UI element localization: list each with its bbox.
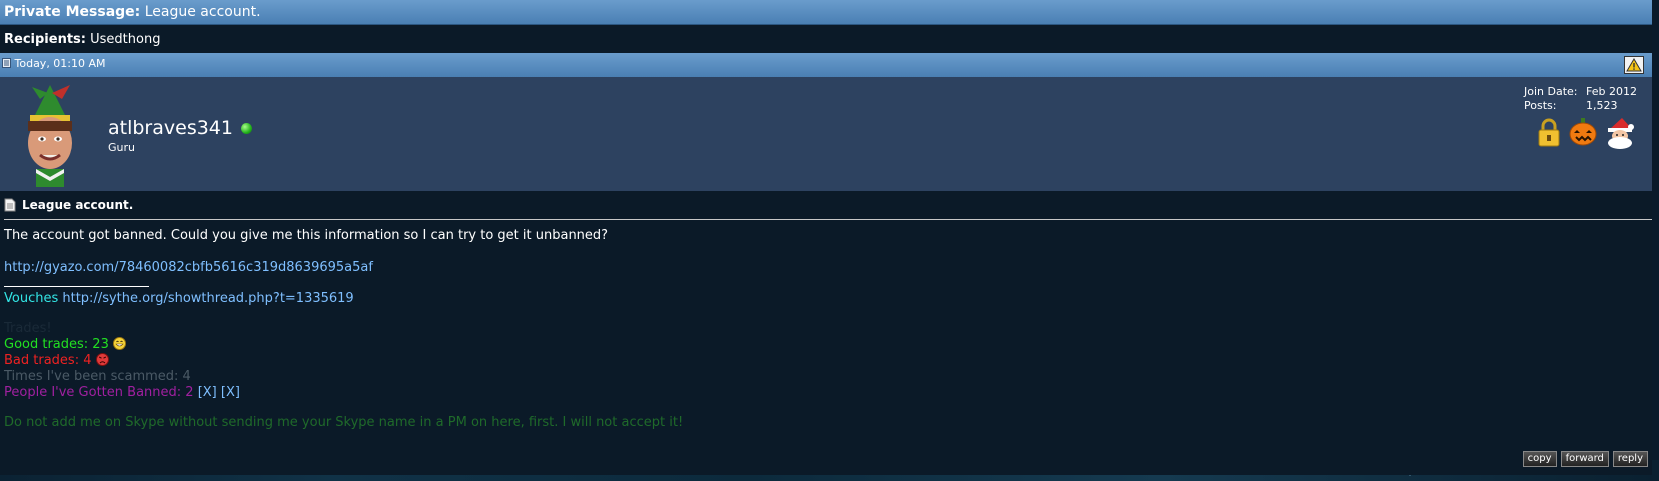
copy-button[interactable]: copy — [1522, 451, 1557, 467]
signature-divider — [4, 286, 149, 287]
join-date-row: Join Date: Feb 2012 — [1524, 85, 1644, 99]
santa-award-icon — [1608, 118, 1634, 149]
message-title-row: League account. — [4, 197, 1648, 213]
user-info-bar: atlbraves341 Guru Join Date: Feb 2012 Po… — [0, 77, 1652, 191]
scammed-count: Times I've been scammed: 4 — [4, 369, 191, 384]
banned-count: People I've Gotten Banned: 2 — [4, 385, 194, 400]
user-stats: Join Date: Feb 2012 Posts: 1,523 — [1524, 85, 1644, 113]
join-date-value: Feb 2012 — [1586, 85, 1637, 98]
posts-label: Posts: — [1524, 99, 1557, 112]
good-trades-row: Good trades: 23 — [4, 337, 1648, 353]
banned-link-2[interactable]: [X] — [221, 385, 240, 400]
posts-value: 1,523 — [1586, 99, 1618, 112]
user-rank: Guru — [108, 141, 135, 154]
recipient-name: Usedthong — [90, 32, 161, 47]
reply-button[interactable]: reply — [1612, 451, 1648, 467]
message-divider — [4, 219, 1652, 220]
vouches-link[interactable]: http://sythe.org/showthread.php?t=133561… — [62, 291, 353, 306]
bad-trades-row: Bad trades: 4 — [4, 353, 1648, 369]
posts-row: Posts: 1,523 — [1524, 99, 1644, 113]
vouches-label: Vouches — [4, 291, 59, 306]
message-link-row: http://gyazo.com/78460082cbfb5616c319d86… — [4, 260, 1648, 276]
skype-note: Do not add me on Skype without sending m… — [4, 415, 684, 430]
user-awards — [1536, 117, 1636, 149]
lock-award-icon — [1538, 118, 1560, 147]
document-icon — [4, 198, 16, 212]
username[interactable]: atlbraves341 — [108, 117, 252, 139]
pm-title-label: Private Message — [4, 4, 135, 20]
message-title: League account. — [22, 198, 134, 212]
message-text: The account got banned. Could you give m… — [4, 228, 609, 243]
mad-smiley-icon — [95, 353, 109, 366]
pm-title-bar: Private Message: League account. — [0, 0, 1652, 25]
gyazo-link[interactable]: http://gyazo.com/78460082cbfb5616c319d86… — [4, 260, 373, 275]
username-text[interactable]: atlbraves341 — [108, 117, 233, 139]
warning-icon — [1626, 58, 1642, 72]
good-trades: Good trades: 23 — [4, 337, 109, 352]
vouches-row: Vouches http://sythe.org/showthread.php?… — [4, 291, 1648, 307]
report-post-button[interactable] — [1624, 56, 1644, 74]
trades-heading: Trades! — [4, 321, 52, 336]
pm-title-colon: : — [134, 4, 141, 20]
recipients-colon: : — [80, 32, 86, 47]
forward-button[interactable]: forward — [1560, 451, 1609, 467]
banned-row: People I've Gotten Banned: 2 [X] [X] — [4, 385, 1648, 401]
recipients-row: Recipients: Usedthong — [0, 25, 1652, 53]
recipients-label: Recipients — [4, 32, 81, 47]
post-header: Today, 01:10 AM — [0, 53, 1652, 77]
online-status-icon — [240, 123, 252, 134]
bad-trades: Bad trades: 4 — [4, 353, 92, 368]
banned-link-1[interactable]: [X] — [198, 385, 217, 400]
grin-smiley-icon — [113, 337, 126, 350]
join-date-label: Join Date: — [1524, 85, 1578, 98]
pumpkin-award-icon — [1569, 118, 1597, 146]
message-body: League account. The account got banned. … — [0, 191, 1652, 475]
message-content: The account got banned. Could you give m… — [4, 228, 1648, 431]
private-message-panel: Private Message: League account. Recipie… — [0, 0, 1652, 475]
pm-title: League account. — [144, 4, 261, 20]
post-timestamp: Today, 01:10 AM — [14, 57, 106, 70]
user-avatar[interactable] — [18, 81, 82, 187]
post-icon — [2, 57, 11, 71]
message-actions: copy forward reply — [1522, 451, 1648, 467]
